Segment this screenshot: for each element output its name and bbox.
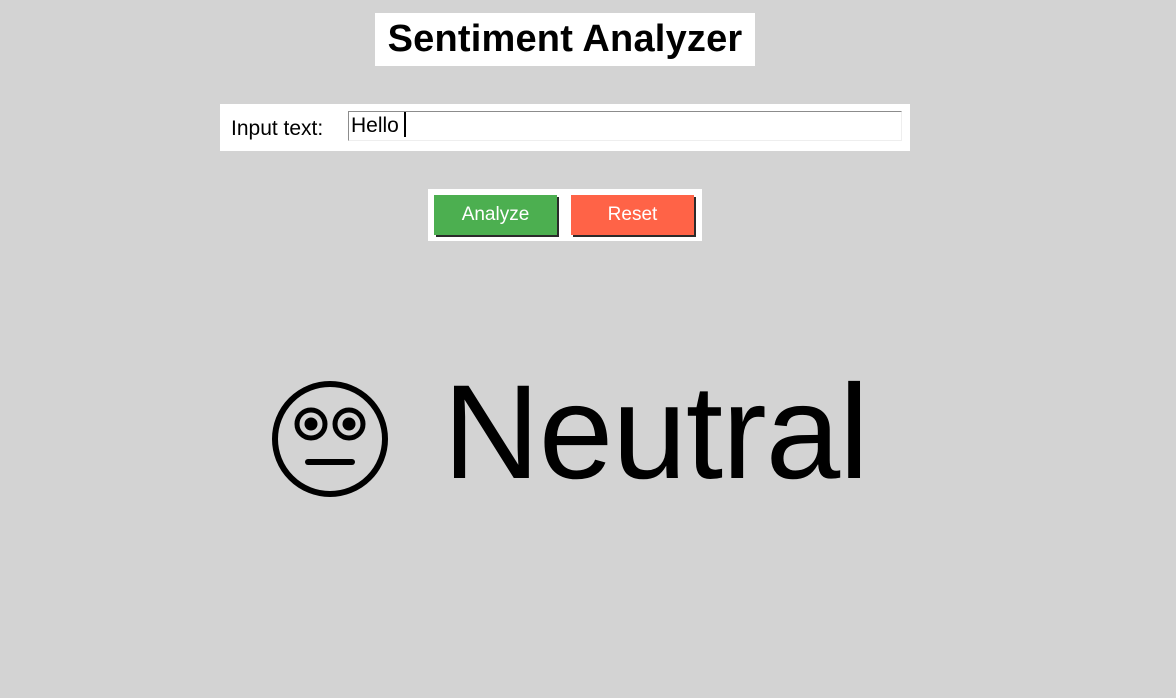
text-caret xyxy=(403,112,406,137)
title-box: Sentiment Analyzer xyxy=(375,13,755,66)
input-label: Input text: xyxy=(231,117,324,140)
page-title: Sentiment Analyzer xyxy=(387,18,743,60)
button-row: Analyze Reset xyxy=(428,189,702,241)
text-input[interactable]: Hello xyxy=(348,111,902,141)
result-display: Neutral xyxy=(270,366,910,501)
input-row: Input text: Hello xyxy=(220,104,910,151)
analyze-button[interactable]: Analyze xyxy=(434,195,557,235)
result-label: Neutral xyxy=(443,358,869,507)
reset-button[interactable]: Reset xyxy=(571,195,694,235)
text-input-value: Hello xyxy=(351,114,399,137)
neutral-face-icon xyxy=(272,381,388,497)
